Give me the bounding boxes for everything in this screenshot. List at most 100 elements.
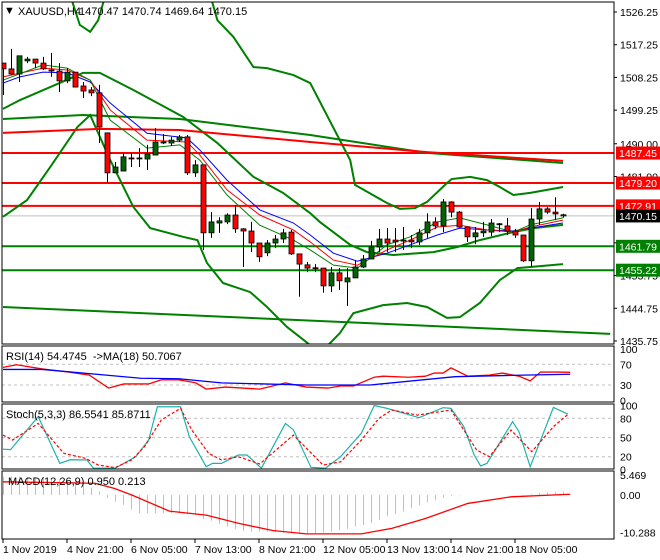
bull-candle-body	[352, 266, 359, 279]
bear-candle-body	[256, 242, 263, 258]
bull-candle-body	[416, 232, 423, 243]
bull-candle-body	[344, 277, 351, 283]
bull-candle-body	[424, 221, 431, 234]
bear-candle-body	[232, 214, 239, 230]
bear-candle-body	[48, 69, 55, 72]
bear-candle-body	[320, 267, 327, 287]
bull-candle-body	[112, 166, 119, 174]
bear-candle-body	[552, 211, 559, 215]
bear-candle-body	[96, 92, 103, 128]
price-label: 1499.25	[620, 105, 658, 117]
price-label: 1508.25	[620, 72, 658, 84]
bear-candle-body	[512, 230, 519, 236]
candle	[72, 71, 79, 88]
bull-candle-body	[480, 230, 487, 234]
bear-candle-body	[456, 211, 463, 228]
bear-candle-body	[432, 221, 439, 227]
candle	[520, 234, 527, 262]
bull-candle-body	[64, 71, 71, 82]
bull-candle-body	[120, 156, 127, 172]
bear-candle-body	[336, 272, 343, 282]
bull-candle-body	[528, 218, 535, 262]
bull-candle-body	[216, 220, 223, 224]
bear-candle-body	[104, 132, 111, 174]
macd-axis-label: 5.469	[620, 470, 646, 482]
bear-candle-body	[288, 231, 295, 255]
time-label: 13 Nov 13:00	[387, 544, 450, 556]
bear-candle-body	[544, 208, 551, 213]
bear-candle-body	[248, 230, 255, 244]
bull-candle-body	[280, 232, 287, 240]
bull-candle-body	[152, 141, 159, 156]
bull-candle-body	[136, 157, 143, 160]
bear-candle-body	[392, 239, 399, 243]
bull-candle-body	[376, 238, 383, 248]
menu-arrow-icon[interactable]: ▼	[4, 5, 15, 17]
rsi-axis-label: 100	[620, 344, 638, 356]
bear-candle-body	[304, 264, 311, 269]
bear-candle-body	[520, 234, 527, 262]
price-label: 1444.75	[620, 303, 658, 315]
time-label: 1 Nov 2019	[3, 544, 57, 556]
stoch-axis-label: 80	[620, 413, 632, 425]
rsi-title: RSI(14) 54.4745 ->MA(18) 50.7067	[6, 351, 182, 363]
bear-candle-body	[296, 253, 303, 265]
bull-candle-body	[472, 232, 479, 238]
bear-candle-body	[384, 238, 391, 244]
bull-candle-body	[168, 139, 175, 144]
bear-candle-body	[88, 89, 95, 94]
level-price-label: 1487.45	[619, 148, 657, 160]
bull-candle-body	[144, 153, 151, 160]
price-label: 1526.25	[620, 7, 658, 19]
macd-axis-label: -10.288	[620, 528, 656, 540]
bull-candle-body	[264, 242, 271, 254]
bear-candle-body	[408, 239, 415, 243]
bear-candle-body	[200, 164, 207, 234]
bear-candle-body	[184, 136, 191, 174]
time-label: 18 Nov 05:00	[515, 544, 578, 556]
price-label: 1517.25	[620, 40, 658, 52]
stoch-axis-label: 20	[620, 452, 632, 464]
bear-candle-body	[40, 62, 47, 70]
bear-candle-body	[312, 267, 319, 270]
level-price-label: 1455.22	[619, 265, 657, 277]
chart-header: ▼ XAUUSD,H4 1470.47 1470.74 1469.64 1470…	[4, 5, 247, 18]
time-label: 14 Nov 21:00	[451, 544, 514, 556]
time-label: 4 Nov 21:00	[67, 544, 124, 556]
bear-candle-body	[80, 85, 87, 92]
bull-candle-body	[368, 246, 375, 260]
bull-candle-body	[16, 55, 23, 75]
time-label: 6 Nov 05:00	[131, 544, 188, 556]
bear-candle-body	[32, 58, 39, 64]
bear-candle-body	[464, 226, 471, 238]
bull-candle-body	[160, 141, 167, 144]
ohlc-readout: 1470.47 1470.74 1469.64 1470.15	[79, 6, 247, 18]
bear-candle-body	[240, 228, 247, 232]
level-price-label: 1461.79	[619, 241, 657, 253]
bull-candle-body	[328, 272, 335, 287]
bull-candle-body	[208, 221, 215, 234]
bull-candle-body	[224, 214, 231, 223]
stoch-title: Stoch(5,3,3) 86.5541 85.8711	[6, 409, 151, 421]
bull-candle-body	[536, 208, 543, 220]
bear-candle-body	[8, 68, 15, 75]
bull-candle-body	[496, 223, 503, 226]
rsi-axis-label: 70	[620, 359, 632, 371]
candle	[184, 135, 191, 176]
level-price-label: 1479.20	[619, 178, 657, 190]
bull-candle-body	[360, 258, 367, 268]
trading-chart[interactable]: 1526.251517.251508.251499.251490.001481.…	[0, 0, 660, 560]
bull-candle-body	[192, 164, 199, 174]
bull-candle-body	[272, 238, 279, 244]
bull-candle-body	[440, 201, 447, 227]
time-label: 12 Nov 05:00	[323, 544, 386, 556]
last-price-label: 1470.15	[619, 211, 657, 223]
time-label: 7 Nov 13:00	[195, 544, 252, 556]
macd-axis-label: 0.00	[620, 490, 641, 502]
stoch-axis-label: 100	[620, 401, 638, 413]
time-label: 8 Nov 21:00	[259, 544, 316, 556]
bear-candle-body	[504, 225, 511, 232]
bear-candle-body	[448, 201, 455, 213]
bear-candle-body	[560, 214, 567, 217]
bear-candle-body	[128, 157, 135, 160]
